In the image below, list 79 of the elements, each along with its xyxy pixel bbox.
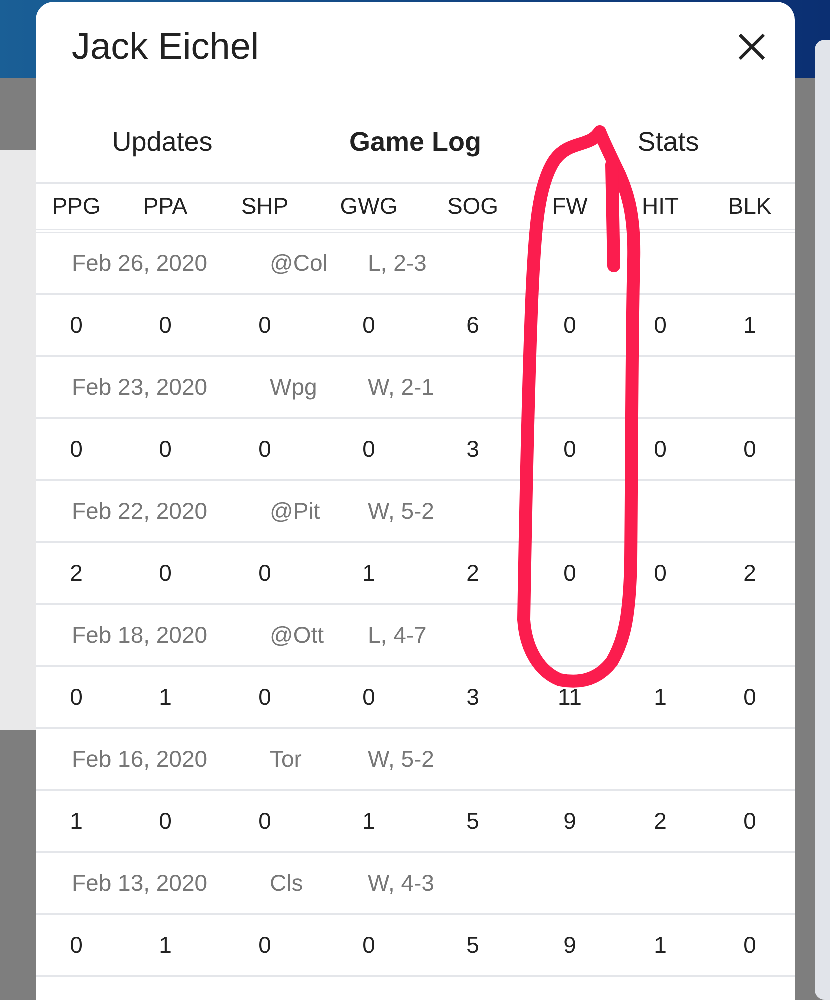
table-cell-text: 0 [69,312,84,338]
table-cell-text: 2 [466,560,480,586]
table-cell-text: 1 [69,808,84,834]
table-cell-text: 9 [562,808,578,834]
table-cell-text: 2 [69,560,84,586]
table-cell-text: 3 [466,684,480,710]
tab[interactable]: Game Log [289,117,542,168]
table-cell-text: 0 [562,560,578,586]
table-cell-text: 0 [69,436,84,462]
table-cell-text: 1 [362,560,376,586]
table-cell-text: 0 [362,312,376,338]
column-header: SHP [240,193,290,220]
tab[interactable]: Updates [36,117,289,168]
column-header: GWG [339,193,399,220]
table-cell-text: 0 [69,684,84,710]
table-cell-text: 0 [653,436,668,462]
table-cell-text: 0 [742,808,758,834]
table-cell-text: 0 [362,436,376,462]
column-header: BLK [727,193,773,220]
table-cell-text: 0 [158,312,173,338]
game-result: L, 2-3 [368,250,427,276]
game-date: Feb 26, 2020 [72,250,209,276]
table-cell-text: 0 [258,808,272,834]
game-result: W, 4-3 [368,870,434,896]
table-cell-text: 2 [653,808,668,834]
game-result: L, 4-7 [368,622,427,648]
game-date: Feb 22, 2020 [72,498,209,524]
table-cell-text: 1 [158,684,173,710]
table-cell-text: 0 [258,312,272,338]
column-header: PPG [51,193,102,220]
game-result: W, 2-1 [368,374,434,400]
table-cell-text: 0 [742,684,758,710]
game-result: W, 5-2 [368,498,434,524]
table-cell-text: 0 [362,932,376,958]
table-cell-text: 0 [742,932,758,958]
opponent: @Pit [270,498,322,524]
table-cell-text: 1 [653,684,668,710]
table-cell-text: 1 [158,932,173,958]
dialog-title: Jack Eichel [72,26,260,68]
table-cell-text: 6 [466,312,480,338]
table-cell-text: 5 [466,932,480,958]
table-cell-text: 0 [69,932,84,958]
column-header: PPA [142,193,189,220]
table-cell-text: 3 [466,436,480,462]
tab[interactable]: Stats [542,117,795,168]
table-cell-text: 0 [158,560,173,586]
game-date: Feb 16, 2020 [72,746,209,772]
game-date: Feb 23, 2020 [72,374,209,400]
table-cell-text: 0 [258,436,272,462]
opponent: Tor [270,746,303,772]
table-cell-text: 1 [742,312,758,338]
table-cell-text: 0 [562,312,578,338]
game-result: W, 5-2 [368,746,434,772]
table-cell-text: 0 [653,560,668,586]
table-cell-text: 0 [258,560,272,586]
opponent: Cls [270,870,304,896]
column-header: SOG [446,193,500,220]
table-cell-text: 0 [562,436,578,462]
table-cell-text: 2 [742,560,758,586]
table-cell-text: 0 [742,436,758,462]
close-icon[interactable] [737,32,767,62]
game-date: Feb 18, 2020 [72,622,209,648]
table-cell-text: 9 [562,932,578,958]
column-header: HIT [640,193,680,220]
table-cell-text: 0 [158,436,173,462]
table-cell-text: 0 [258,684,272,710]
table-cell-text: 0 [158,808,173,834]
table-cell-text: 0 [258,932,272,958]
opponent: @Col [270,250,329,276]
table-cell-text: 1 [653,932,668,958]
table-cell-text: 5 [466,808,480,834]
table-cell-text: 0 [653,312,668,338]
opponent: Wpg [270,374,318,400]
table-cell-text: 1 [362,808,376,834]
game-date: Feb 13, 2020 [72,870,209,896]
table-cell-text: 11 [557,684,583,710]
opponent: @Ott [270,622,326,648]
table-cell-text: 0 [362,684,376,710]
column-header: FW [551,193,589,220]
